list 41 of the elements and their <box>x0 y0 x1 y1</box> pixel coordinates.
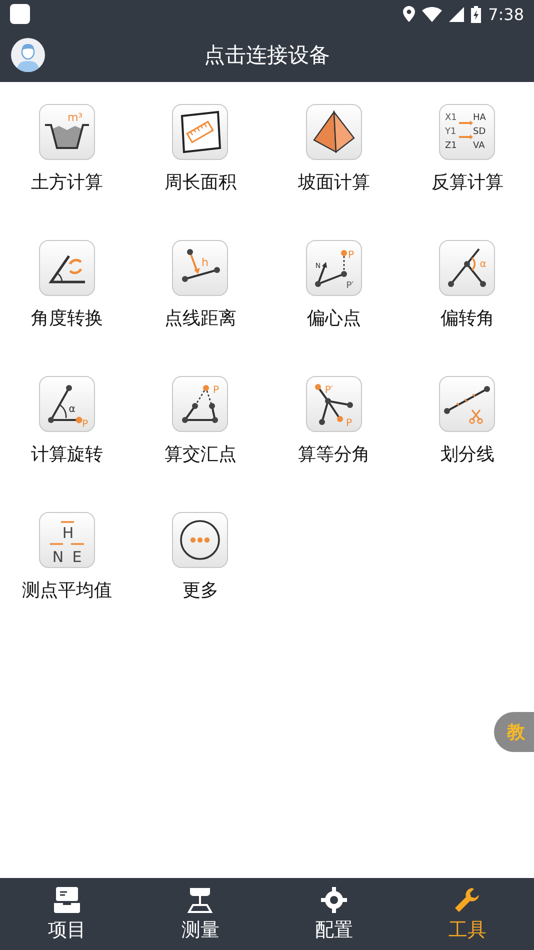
tool-button[interactable]: 划分线 <box>400 376 534 468</box>
perimeter-icon <box>172 104 228 160</box>
slope-icon <box>306 104 362 160</box>
nav-tab[interactable]: 配置 <box>267 878 400 950</box>
earthwork-icon: m³ <box>38 104 95 160</box>
receiver-icon <box>185 885 216 915</box>
tool-button[interactable]: X1 HA Y1 SD Z1 VA 反算计算 <box>400 104 534 196</box>
nav-tab[interactable]: 工具 <box>400 878 534 950</box>
avatar-icon[interactable] <box>11 38 45 72</box>
tool-button[interactable]: P 算交汇点 <box>134 376 267 468</box>
gear-icon <box>318 885 349 915</box>
tool-button[interactable]: 坡面计算 <box>267 104 400 196</box>
header-title[interactable]: 点击连接设备 <box>204 41 330 69</box>
tool-button[interactable]: 周长面积 <box>134 104 267 196</box>
signal-icon <box>449 6 464 22</box>
inverse-icon: X1 HA Y1 SD Z1 VA <box>439 104 496 160</box>
nav-tab[interactable]: 测量 <box>134 878 267 950</box>
rotation-icon: α P <box>38 376 95 432</box>
intersection-icon: P <box>172 376 228 432</box>
battery-icon <box>471 6 482 22</box>
deflection-icon: α <box>439 240 496 296</box>
tool-button[interactable]: H N E 测点平均值 <box>0 512 134 604</box>
tool-button[interactable]: h 点线距离 <box>134 240 267 332</box>
pointline-icon: h <box>172 240 228 296</box>
tool-button[interactable]: P′ P 算等分角 <box>267 376 400 468</box>
more-icon <box>172 512 228 568</box>
nav-tab[interactable]: 项目 <box>0 878 134 950</box>
tray-icon <box>52 885 82 915</box>
divide-icon <box>439 376 496 432</box>
tool-button[interactable]: 更多 <box>134 512 267 604</box>
status-time: 7:38 <box>488 4 524 24</box>
location-icon <box>403 6 416 22</box>
bisect-icon: P′ P <box>306 376 362 432</box>
tool-button[interactable]: α 偏转角 <box>400 240 534 332</box>
angle-icon <box>38 240 95 296</box>
tool-button[interactable]: 角度转换 <box>0 240 134 332</box>
wifi-icon <box>422 6 442 22</box>
tool-button[interactable]: m³ 土方计算 <box>0 104 134 196</box>
app-icon <box>10 4 30 24</box>
tool-button[interactable]: α P 计算旋转 <box>0 376 134 468</box>
average-icon: H N E <box>38 512 95 568</box>
